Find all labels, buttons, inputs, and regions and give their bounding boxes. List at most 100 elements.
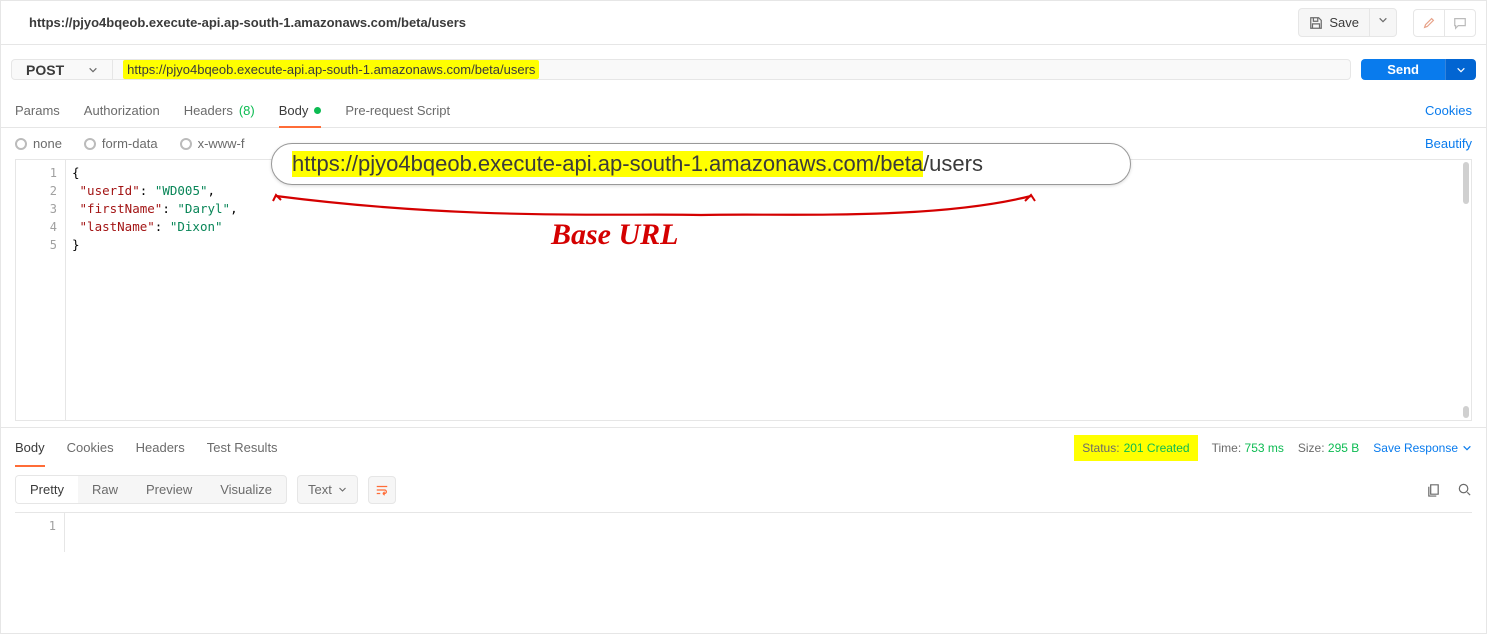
tab-body-label: Body (279, 103, 309, 118)
radio-circle-icon (15, 138, 27, 150)
tab-authorization[interactable]: Authorization (84, 94, 160, 127)
response-toolbar-right (1426, 482, 1472, 497)
send-dropdown[interactable] (1445, 59, 1476, 80)
save-icon (1309, 16, 1323, 30)
chevron-down-icon (1462, 443, 1472, 453)
wrap-lines-button[interactable] (368, 476, 396, 504)
line-number: 4 (24, 218, 57, 236)
radio-xwww-label: x-www-f (198, 136, 245, 151)
response-tab-headers[interactable]: Headers (136, 428, 185, 467)
request-tabs-left: Params Authorization Headers (8) Body Pr… (15, 94, 450, 127)
line-number: 5 (24, 236, 57, 254)
request-tabs: Params Authorization Headers (8) Body Pr… (1, 94, 1486, 128)
request-bar: POST https://pjyo4bqeob.execute-api.ap-s… (11, 59, 1351, 80)
request-row: POST https://pjyo4bqeob.execute-api.ap-s… (1, 45, 1486, 94)
time-label: Time: (1212, 441, 1242, 455)
scrollbar-thumb[interactable] (1463, 162, 1469, 204)
status-label: Status: (1082, 441, 1119, 455)
response-code[interactable] (65, 513, 1472, 552)
response-editor[interactable]: 1 (15, 512, 1472, 552)
view-preview[interactable]: Preview (132, 476, 206, 503)
time-stat: Time: 753 ms (1212, 441, 1284, 455)
save-split-button: Save (1298, 8, 1397, 37)
tab-body[interactable]: Body (279, 94, 322, 127)
cookies-link[interactable]: Cookies (1425, 103, 1472, 118)
line-number: 3 (24, 200, 57, 218)
radio-formdata[interactable]: form-data (84, 136, 158, 151)
save-response-label: Save Response (1373, 441, 1458, 455)
format-select[interactable]: Text (297, 475, 358, 504)
brace: } (72, 237, 80, 252)
response-tab-test-results[interactable]: Test Results (207, 428, 278, 467)
chevron-down-icon (1378, 15, 1388, 25)
search-icon-button[interactable] (1457, 482, 1472, 497)
comment-icon-button[interactable] (1444, 10, 1475, 36)
beautify-link[interactable]: Beautify (1425, 136, 1472, 151)
response-toolbar: Pretty Raw Preview Visualize Text (1, 467, 1486, 512)
url-text: https://pjyo4bqeob.execute-api.ap-south-… (123, 60, 539, 79)
request-body-editor[interactable]: 1 2 3 4 5 { "userId": "WD005", "firstNam… (15, 159, 1472, 421)
body-type-row: none form-data x-www-f Beautify (1, 128, 1486, 159)
modified-dot-icon (314, 107, 321, 114)
status-value: 201 Created (1124, 441, 1190, 455)
tab-headers[interactable]: Headers (8) (184, 94, 255, 127)
line-number: 2 (24, 182, 57, 200)
json-value: "Dixon" (170, 219, 223, 234)
chevron-down-icon (1456, 65, 1466, 75)
method-value: POST (26, 62, 64, 78)
json-value: "Daryl" (177, 201, 230, 216)
radio-circle-icon (180, 138, 192, 150)
app-root: https://pjyo4bqeob.execute-api.ap-south-… (0, 0, 1487, 634)
request-title: https://pjyo4bqeob.execute-api.ap-south-… (29, 15, 466, 30)
radio-formdata-label: form-data (102, 136, 158, 151)
json-key: "firstName" (80, 201, 163, 216)
tab-prerequest[interactable]: Pre-request Script (345, 94, 450, 127)
json-value: "WD005" (155, 183, 208, 198)
tab-params[interactable]: Params (15, 94, 60, 127)
view-raw[interactable]: Raw (78, 476, 132, 503)
response-tab-cookies[interactable]: Cookies (67, 428, 114, 467)
response-gutter: 1 (15, 513, 65, 552)
view-visualize[interactable]: Visualize (206, 476, 286, 503)
response-toolbar-left: Pretty Raw Preview Visualize Text (15, 475, 396, 504)
send-button[interactable]: Send (1361, 59, 1445, 80)
copy-icon-button[interactable] (1426, 482, 1441, 497)
format-value: Text (308, 482, 332, 497)
radio-xwww[interactable]: x-www-f (180, 136, 245, 151)
edit-icon-button[interactable] (1414, 10, 1444, 36)
radio-none[interactable]: none (15, 136, 62, 151)
json-key: "lastName" (80, 219, 155, 234)
send-split: Send (1361, 59, 1476, 80)
size-value: 295 B (1328, 441, 1359, 455)
response-status-area: Status: 201 Created Time: 753 ms Size: 2… (1074, 435, 1472, 461)
save-response-button[interactable]: Save Response (1373, 441, 1472, 455)
json-key: "userId" (80, 183, 140, 198)
title-bar: https://pjyo4bqeob.execute-api.ap-south-… (1, 1, 1486, 45)
save-label: Save (1329, 15, 1359, 30)
response-tabs-row: Body Cookies Headers Test Results Status… (1, 427, 1486, 467)
title-actions: Save (1298, 8, 1476, 37)
brace: { (72, 165, 80, 180)
radio-circle-icon (84, 138, 96, 150)
save-dropdown[interactable] (1369, 9, 1396, 36)
size-label: Size: (1298, 441, 1325, 455)
size-stat: Size: 295 B (1298, 441, 1359, 455)
radio-none-label: none (33, 136, 62, 151)
status-badge: Status: 201 Created (1074, 435, 1197, 461)
url-input[interactable]: https://pjyo4bqeob.execute-api.ap-south-… (113, 60, 1350, 79)
scrollbar-thumb[interactable] (1463, 406, 1469, 418)
chevron-down-icon (338, 485, 347, 494)
headers-count: (8) (239, 103, 255, 118)
tab-headers-label: Headers (184, 103, 233, 118)
response-tab-body[interactable]: Body (15, 428, 45, 467)
editor-gutter: 1 2 3 4 5 (16, 160, 66, 420)
line-number: 1 (23, 517, 56, 535)
title-extra-actions (1413, 9, 1476, 37)
response-tabs: Body Cookies Headers Test Results (15, 428, 278, 467)
view-mode-segment: Pretty Raw Preview Visualize (15, 475, 287, 504)
editor-code[interactable]: { "userId": "WD005", "firstName": "Daryl… (66, 160, 1471, 420)
chevron-down-icon (88, 65, 98, 75)
view-pretty[interactable]: Pretty (16, 476, 78, 503)
method-select[interactable]: POST (12, 60, 113, 79)
save-button[interactable]: Save (1299, 9, 1369, 36)
